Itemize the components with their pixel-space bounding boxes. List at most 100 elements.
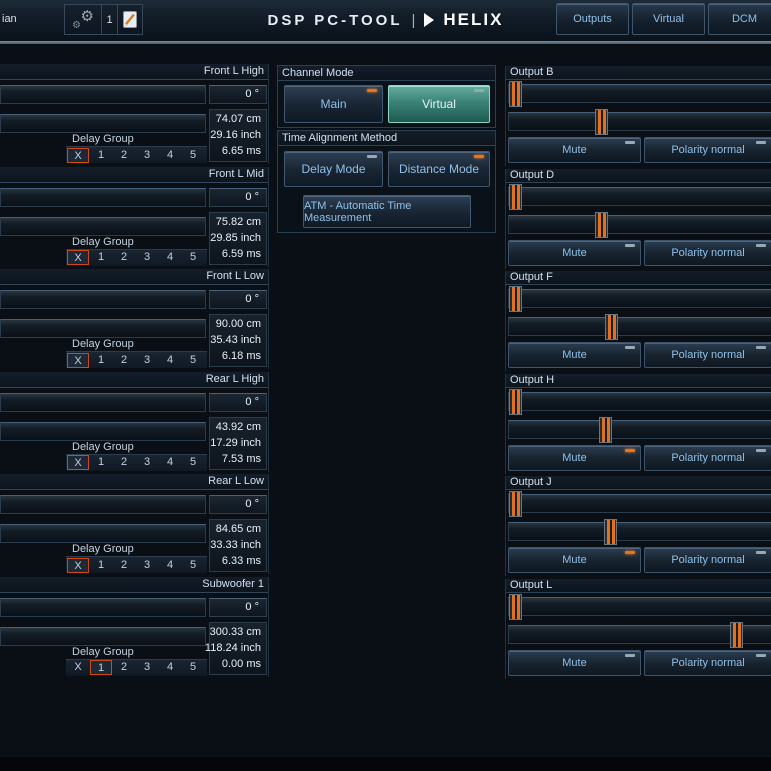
mute-button[interactable]: Mute	[508, 445, 641, 471]
delay-group-button-x[interactable]: X	[67, 353, 89, 368]
delay-slider[interactable]	[0, 627, 206, 646]
level-slider-handle[interactable]	[509, 184, 522, 210]
delay-slider[interactable]	[0, 114, 206, 133]
output-level-slider[interactable]	[508, 392, 771, 411]
polarity-button[interactable]: Polarity normal	[644, 547, 771, 573]
preset-number-cell[interactable]: 1	[101, 4, 118, 35]
delay-slider[interactable]	[0, 319, 206, 338]
settings-button[interactable]: ⚙ ⚙	[64, 4, 102, 35]
delay-group-button-4[interactable]: 4	[159, 250, 181, 265]
phase-slider[interactable]	[0, 85, 206, 104]
output-delay-slider[interactable]	[508, 215, 771, 234]
delay-group-button-2[interactable]: 2	[113, 250, 135, 265]
delay-group-button-1[interactable]: 1	[90, 660, 112, 675]
delay-group-button-2[interactable]: 2	[113, 558, 135, 573]
output-level-slider[interactable]	[508, 187, 771, 206]
phase-slider[interactable]	[0, 290, 206, 309]
phase-slider[interactable]	[0, 495, 206, 514]
level-slider-handle[interactable]	[509, 594, 522, 620]
virtual-view-button[interactable]: Virtual	[632, 3, 705, 35]
mute-button[interactable]: Mute	[508, 342, 641, 368]
output-delay-slider[interactable]	[508, 317, 771, 336]
delay-group-button-5[interactable]: 5	[182, 660, 204, 675]
output-level-slider[interactable]	[508, 597, 771, 616]
delay-group-button-1[interactable]: 1	[90, 455, 112, 470]
polarity-button[interactable]: Polarity normal	[644, 240, 771, 266]
delay-slider-handle[interactable]	[605, 314, 618, 340]
dcm-button[interactable]: DCM	[708, 3, 771, 35]
distance-mode-button[interactable]: Distance Mode	[388, 151, 490, 187]
polarity-button[interactable]: Polarity normal	[644, 342, 771, 368]
virtual-mode-button[interactable]: Virtual	[388, 85, 490, 123]
delay-slider[interactable]	[0, 422, 206, 441]
main-mode-button[interactable]: Main	[284, 85, 383, 123]
delay-group-button-5[interactable]: 5	[182, 148, 204, 163]
polarity-button[interactable]: Polarity normal	[644, 650, 771, 676]
delay-group-button-5[interactable]: 5	[182, 353, 204, 368]
delay-group-button-5[interactable]: 5	[182, 250, 204, 265]
phase-angle-spinner[interactable]: 0 °	[209, 290, 267, 309]
phase-angle-spinner[interactable]: 0 °	[209, 393, 267, 412]
level-slider-handle[interactable]	[509, 81, 522, 107]
delay-group-button-1[interactable]: 1	[90, 558, 112, 573]
level-slider-handle[interactable]	[509, 286, 522, 312]
delay-slider-handle[interactable]	[599, 417, 612, 443]
phase-slider[interactable]	[0, 188, 206, 207]
output-delay-slider[interactable]	[508, 420, 771, 439]
mute-button[interactable]: Mute	[508, 240, 641, 266]
delay-slider[interactable]	[0, 524, 206, 543]
delay-slider-handle[interactable]	[595, 109, 608, 135]
delay-group-button-2[interactable]: 2	[113, 353, 135, 368]
delay-slider-handle[interactable]	[604, 519, 617, 545]
mute-button[interactable]: Mute	[508, 137, 641, 163]
delay-group-button-4[interactable]: 4	[159, 660, 181, 675]
phase-angle-spinner[interactable]: 0 °	[209, 85, 267, 104]
phase-slider[interactable]	[0, 393, 206, 412]
outputs-button[interactable]: Outputs	[556, 3, 629, 35]
output-delay-slider[interactable]	[508, 522, 771, 541]
delay-group-button-1[interactable]: 1	[90, 250, 112, 265]
delay-group-button-3[interactable]: 3	[136, 353, 158, 368]
delay-group-button-1[interactable]: 1	[90, 353, 112, 368]
delay-group-button-x[interactable]: X	[67, 250, 89, 265]
mute-button[interactable]: Mute	[508, 650, 641, 676]
delay-group-button-3[interactable]: 3	[136, 250, 158, 265]
phase-slider[interactable]	[0, 598, 206, 617]
polarity-button[interactable]: Polarity normal	[644, 137, 771, 163]
delay-group-button-3[interactable]: 3	[136, 455, 158, 470]
delay-group-button-4[interactable]: 4	[159, 353, 181, 368]
delay-group-button-x[interactable]: X	[67, 148, 89, 163]
delay-group-button-3[interactable]: 3	[136, 558, 158, 573]
delay-slider-handle[interactable]	[595, 212, 608, 238]
atm-button[interactable]: ATM - Automatic Time Measurement	[303, 195, 471, 228]
output-level-slider[interactable]	[508, 289, 771, 308]
output-delay-slider[interactable]	[508, 625, 771, 644]
delay-group-button-3[interactable]: 3	[136, 660, 158, 675]
level-slider-handle[interactable]	[509, 491, 522, 517]
delay-group-button-3[interactable]: 3	[136, 148, 158, 163]
delay-group-button-5[interactable]: 5	[182, 558, 204, 573]
delay-group-button-2[interactable]: 2	[113, 455, 135, 470]
phase-angle-spinner[interactable]: 0 °	[209, 188, 267, 207]
delay-slider[interactable]	[0, 217, 206, 236]
delay-group-button-4[interactable]: 4	[159, 148, 181, 163]
delay-group-button-x[interactable]: X	[67, 455, 89, 470]
level-slider-handle[interactable]	[509, 389, 522, 415]
delay-group-button-x[interactable]: X	[67, 660, 89, 675]
delay-group-button-4[interactable]: 4	[159, 558, 181, 573]
edit-preset-button[interactable]	[117, 4, 143, 35]
delay-group-button-4[interactable]: 4	[159, 455, 181, 470]
output-level-slider[interactable]	[508, 84, 771, 103]
delay-group-button-x[interactable]: X	[67, 558, 89, 573]
polarity-button[interactable]: Polarity normal	[644, 445, 771, 471]
delay-slider-handle[interactable]	[730, 622, 743, 648]
output-delay-slider[interactable]	[508, 112, 771, 131]
delay-group-button-2[interactable]: 2	[113, 660, 135, 675]
mute-button[interactable]: Mute	[508, 547, 641, 573]
phase-angle-spinner[interactable]: 0 °	[209, 598, 267, 617]
delay-group-button-1[interactable]: 1	[90, 148, 112, 163]
delay-group-button-2[interactable]: 2	[113, 148, 135, 163]
delay-mode-button[interactable]: Delay Mode	[284, 151, 383, 187]
output-level-slider[interactable]	[508, 494, 771, 513]
phase-angle-spinner[interactable]: 0 °	[209, 495, 267, 514]
